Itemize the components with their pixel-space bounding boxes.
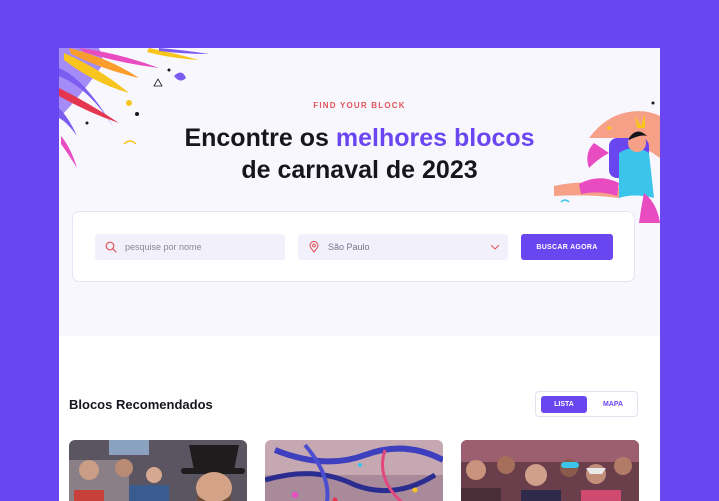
block-card-photo xyxy=(265,440,443,501)
location-select[interactable]: São Paulo xyxy=(298,234,508,260)
hero-eyebrow: FIND YOUR BLOCK xyxy=(313,101,406,110)
search-field[interactable] xyxy=(95,234,285,260)
hero-section: FIND YOUR BLOCK Encontre os melhores blo… xyxy=(59,48,660,336)
search-card: São Paulo BUSCAR AGORA xyxy=(72,211,635,282)
search-button[interactable]: BUSCAR AGORA xyxy=(521,234,613,260)
search-input[interactable] xyxy=(125,242,265,252)
map-view-button[interactable]: MAPA xyxy=(591,396,635,413)
block-card[interactable] xyxy=(69,440,247,501)
block-card[interactable] xyxy=(265,440,443,501)
section-title: Blocos Recomendados xyxy=(69,397,213,412)
location-value: São Paulo xyxy=(328,242,370,252)
page-container: FIND YOUR BLOCK Encontre os melhores blo… xyxy=(59,48,660,501)
list-view-button[interactable]: LISTA xyxy=(541,396,587,413)
block-card-photo xyxy=(69,440,247,501)
chevron-down-icon xyxy=(490,244,500,250)
hero-title-highlight: melhores blocos xyxy=(335,124,535,152)
block-card-photo xyxy=(461,440,639,501)
block-card[interactable] xyxy=(461,440,639,501)
hero-title-line2: de carnaval de 2023 xyxy=(241,156,478,184)
location-pin-icon xyxy=(309,241,319,253)
view-toggle: LISTA MAPA xyxy=(535,391,638,417)
search-icon xyxy=(105,241,117,253)
hero-title-prefix: Encontre os xyxy=(184,124,336,152)
hero-title: Encontre os melhores blocos de carnaval … xyxy=(59,122,660,186)
